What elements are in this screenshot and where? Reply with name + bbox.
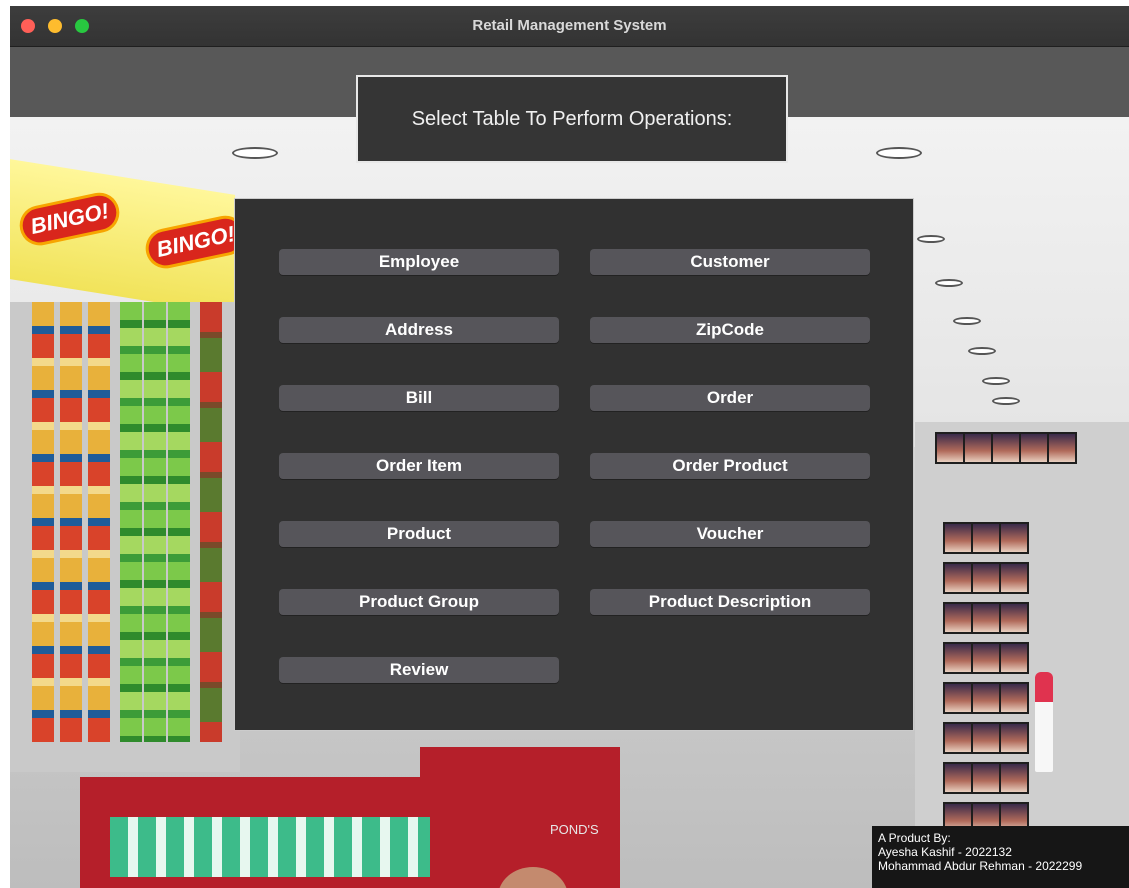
page-title: Select Table To Perform Operations:	[411, 107, 733, 130]
product-tubes	[110, 817, 430, 877]
voucher-button[interactable]: Voucher	[590, 521, 870, 547]
header-box: Select Table To Perform Operations:	[356, 75, 788, 163]
order-button[interactable]: Order	[590, 385, 870, 411]
credits-box: A Product By: Ayesha Kashif - 2022132 Mo…	[872, 826, 1129, 888]
lipstick-display	[1035, 672, 1053, 772]
credits-author: Ayesha Kashif - 2022132	[878, 845, 1012, 859]
zipcode-button[interactable]: ZipCode	[590, 317, 870, 343]
order-item-button[interactable]: Order Item	[279, 453, 559, 479]
app-window: Retail Management System BINGO! BINGO! P…	[10, 6, 1129, 888]
title-bar: Retail Management System	[10, 6, 1129, 47]
order-product-button[interactable]: Order Product	[590, 453, 870, 479]
customer-button[interactable]: Customer	[590, 249, 870, 275]
review-button[interactable]: Review	[279, 657, 559, 683]
ceiling-light-icon	[917, 235, 945, 243]
window-title: Retail Management System	[472, 17, 667, 34]
ceiling-light-icon	[968, 347, 996, 355]
credits-heading: A Product By:	[878, 831, 951, 845]
address-button[interactable]: Address	[279, 317, 559, 343]
ceiling-light-icon	[232, 147, 278, 159]
ceiling-light-icon	[992, 397, 1020, 405]
display-counter	[420, 747, 620, 888]
product-button[interactable]: Product	[279, 521, 559, 547]
ceiling-light-icon	[876, 147, 922, 159]
employee-button[interactable]: Employee	[279, 249, 559, 275]
ceiling-light-icon	[935, 279, 963, 287]
cosmetics-shelf	[915, 422, 1129, 862]
bill-button[interactable]: Bill	[279, 385, 559, 411]
ceiling-light-icon	[953, 317, 981, 325]
table-selection-panel: Employee Customer Address ZipCode Bill O…	[234, 198, 914, 731]
product-description-button[interactable]: Product Description	[590, 589, 870, 615]
ceiling-light-icon	[982, 377, 1010, 385]
snack-shelf	[10, 302, 240, 772]
ponds-label: POND'S	[550, 822, 599, 837]
credits-author: Mohammad Abdur Rehman - 2022299	[878, 859, 1083, 873]
product-group-button[interactable]: Product Group	[279, 589, 559, 615]
